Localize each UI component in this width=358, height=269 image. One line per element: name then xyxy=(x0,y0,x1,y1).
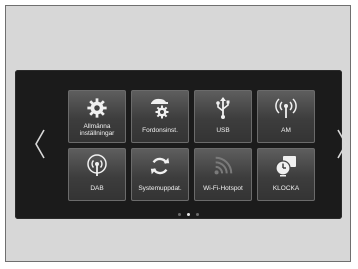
tile-label: DAB xyxy=(90,185,104,192)
vehicle-settings-icon xyxy=(147,95,173,121)
am-radio-antenna-icon xyxy=(273,95,299,121)
page-dot[interactable] xyxy=(196,213,199,216)
previous-page-arrow-icon[interactable] xyxy=(33,128,47,160)
app-grid: Allmänna inställningar Fordonsinst. USB … xyxy=(68,90,316,203)
tile-label: Systemuppdat. xyxy=(138,185,182,192)
system-update-icon xyxy=(147,153,173,179)
dab-radio-antenna-icon xyxy=(84,153,110,179)
next-page-arrow-icon[interactable] xyxy=(335,128,349,160)
tile-label: KLOCKA xyxy=(272,185,300,192)
figure-frame: Allmänna inställningar Fordonsinst. USB … xyxy=(5,5,351,262)
tile-label: Allmänna inställningar xyxy=(79,123,115,137)
tile-wifi-hotspot[interactable]: Wi-Fi-Hotspot xyxy=(194,148,252,201)
tile-label: Wi-Fi-Hotspot xyxy=(203,185,243,192)
tile-label: AM xyxy=(281,127,291,134)
page-dot[interactable] xyxy=(187,213,190,216)
tile-label: Fordonsinst. xyxy=(142,127,178,134)
tile-system-update[interactable]: Systemuppdat. xyxy=(131,148,189,201)
settings-gear-icon xyxy=(84,95,110,121)
tile-am[interactable]: AM xyxy=(257,90,315,143)
tile-usb[interactable]: USB xyxy=(194,90,252,143)
usb-icon xyxy=(210,95,236,121)
tile-general-settings[interactable]: Allmänna inställningar xyxy=(68,90,126,143)
tile-label: USB xyxy=(216,127,230,134)
clock-icon xyxy=(273,153,299,179)
page-dot[interactable] xyxy=(178,213,181,216)
tile-vehicle-settings[interactable]: Fordonsinst. xyxy=(131,90,189,143)
page-indicator xyxy=(178,213,199,216)
tile-clock[interactable]: KLOCKA xyxy=(257,148,315,201)
tile-dab[interactable]: DAB xyxy=(68,148,126,201)
infotainment-screen: Allmänna inställningar Fordonsinst. USB … xyxy=(15,70,347,219)
wifi-hotspot-icon xyxy=(210,153,236,179)
